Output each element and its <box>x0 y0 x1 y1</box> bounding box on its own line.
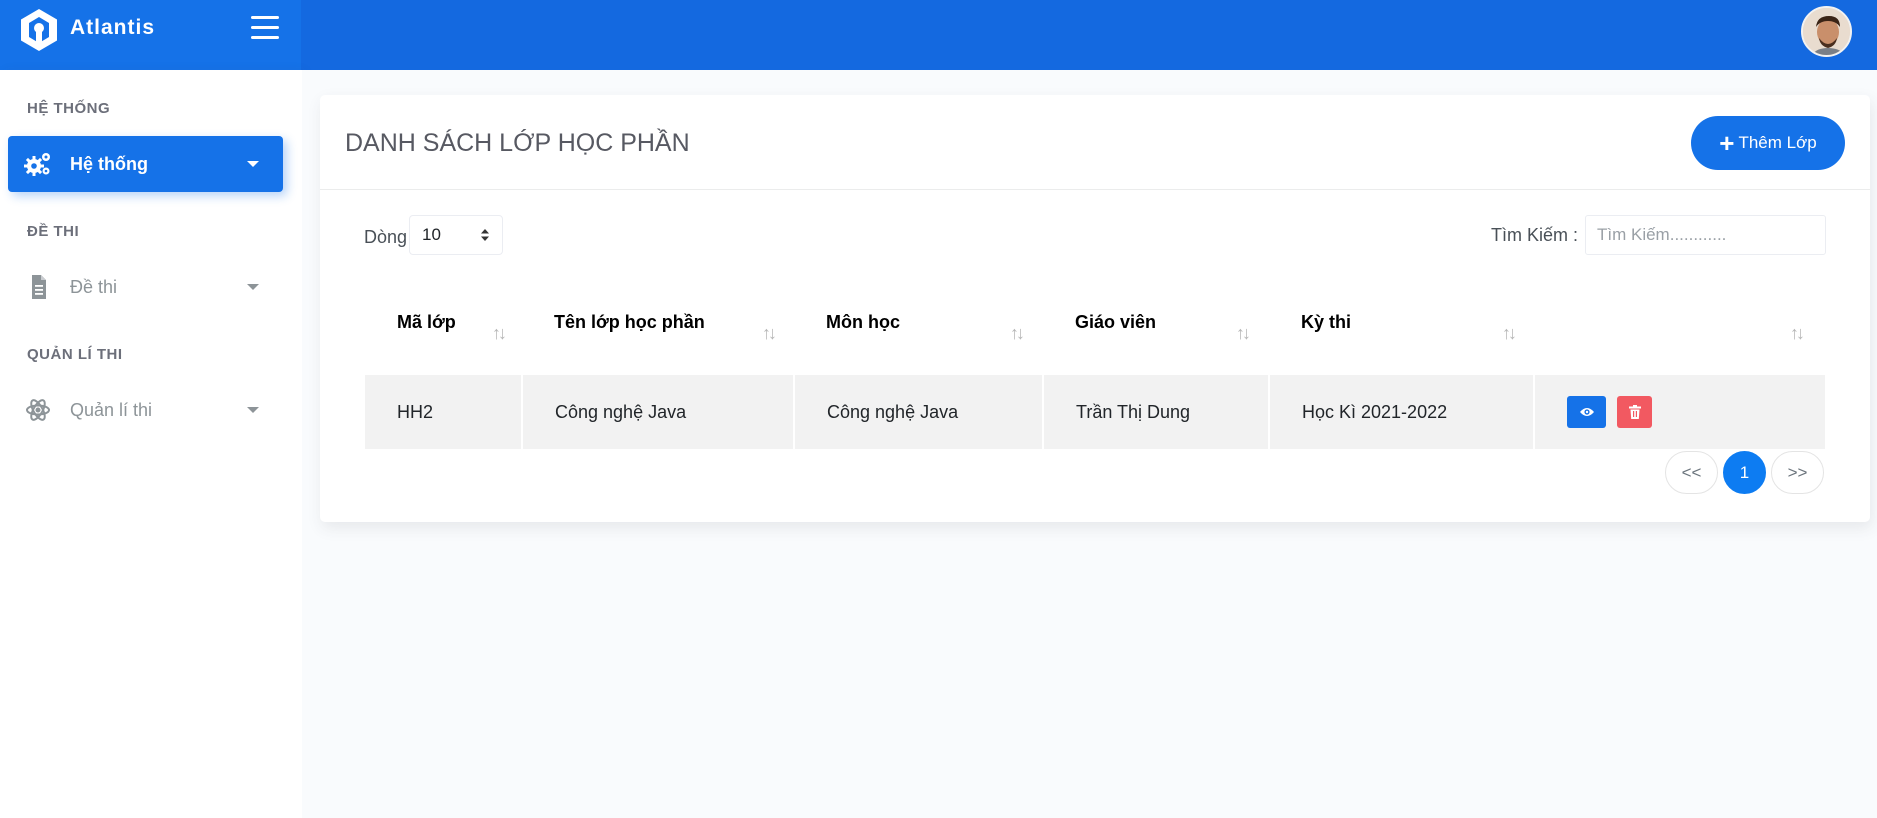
rows-per-page-label: Dòng <box>364 227 408 247</box>
sort-icon[interactable]: ↑↓ <box>1010 323 1030 345</box>
caret-down-icon <box>247 407 259 413</box>
sidebar: HỆ THỐNG Hệ thống ĐỀ THI Đề thi QUẢN LÍ … <box>0 70 302 818</box>
search-input[interactable] <box>1585 215 1826 255</box>
cell-subject: Công nghệ Java <box>794 375 1044 449</box>
cell-actions <box>1534 375 1825 449</box>
search-label: Tìm Kiếm : <box>1491 225 1579 245</box>
class-table: Mã lớp ↑↓ Tên lớp học phần ↑↓ Môn học ↑↓ Gi… <box>365 265 1825 449</box>
class-list-card: DANH SÁCH LỚP HỌC PHẦN + Thêm Lớp Dòng 1… <box>320 95 1870 522</box>
sidebar-section-title-system: HỆ THỐNG <box>27 100 111 117</box>
avatar-image <box>1803 8 1850 55</box>
sort-icon[interactable]: ↑↓ <box>1790 323 1810 345</box>
pagination-prev-button[interactable]: << <box>1665 451 1718 494</box>
pagination: << 1 >> <box>1665 451 1824 494</box>
atlantis-logo-icon[interactable] <box>20 8 58 52</box>
cell-class-name: Công nghệ Java <box>522 375 795 449</box>
pagination-next-button[interactable]: >> <box>1771 451 1824 494</box>
menu-toggle-icon[interactable] <box>251 16 279 39</box>
file-icon <box>32 275 46 299</box>
eye-icon <box>1579 408 1594 416</box>
table-header-row: Mã lớp ↑↓ Tên lớp học phần ↑↓ Môn học ↑↓ Gi… <box>365 265 1825 375</box>
card-header: DANH SÁCH LỚP HỌC PHẦN + Thêm Lớp <box>320 95 1870 190</box>
sort-icon[interactable]: ↑↓ <box>762 323 782 345</box>
atom-icon <box>26 399 50 421</box>
top-navbar: Atlantis <box>0 0 1877 70</box>
sidebar-item-label: Hệ thống <box>70 153 148 174</box>
sidebar-item-manage[interactable]: Quản lí thi <box>8 382 283 438</box>
table-row: HH2 Công nghệ Java Công nghệ Java Trần T… <box>365 375 1825 449</box>
gears-icon <box>24 153 50 176</box>
cell-teacher: Trần Thị Dung <box>1043 375 1270 449</box>
sort-icon[interactable]: ↑↓ <box>1502 323 1522 345</box>
column-header-exam-term[interactable]: Kỳ thi ↑↓ <box>1269 265 1534 375</box>
sidebar-section-title-manage: QUẢN LÍ THI <box>27 346 123 363</box>
plus-icon: + <box>1719 128 1735 158</box>
sidebar-item-label: Quản lí thi <box>70 399 153 420</box>
rows-per-page-value: 10 <box>422 225 441 244</box>
cell-class-code: HH2 <box>365 375 523 449</box>
caret-down-icon <box>247 284 259 290</box>
sort-icon[interactable]: ↑↓ <box>1236 323 1256 345</box>
column-header-teacher[interactable]: Giáo viên ↑↓ <box>1043 265 1269 375</box>
add-class-button[interactable]: + Thêm Lớp <box>1691 116 1845 170</box>
sidebar-item-label: Đề thi <box>70 276 118 297</box>
main-content: DANH SÁCH LỚP HỌC PHẦN + Thêm Lớp Dòng 1… <box>302 70 1877 818</box>
sidebar-item-exam[interactable]: Đề thi <box>8 259 283 315</box>
column-header-subject[interactable]: Môn học ↑↓ <box>794 265 1043 375</box>
page-title: DANH SÁCH LỚP HỌC PHẦN <box>345 129 690 157</box>
select-arrows-icon <box>481 229 489 241</box>
caret-down-icon <box>247 161 259 167</box>
brand-name[interactable]: Atlantis <box>70 16 155 40</box>
delete-button[interactable] <box>1617 396 1653 428</box>
column-header-actions[interactable]: ↑↓ <box>1534 265 1825 375</box>
sort-icon[interactable]: ↑↓ <box>492 323 512 345</box>
add-class-label: Thêm Lớp <box>1738 133 1817 152</box>
cell-exam-term: Học Kì 2021-2022 <box>1269 375 1535 449</box>
column-header-class-code[interactable]: Mã lớp ↑↓ <box>365 265 522 375</box>
column-header-class-name[interactable]: Tên lớp học phần ↑↓ <box>522 265 794 375</box>
sidebar-section-title-exam: ĐỀ THI <box>27 223 80 240</box>
view-button[interactable] <box>1567 396 1606 428</box>
logo-header: Atlantis <box>0 0 301 70</box>
pagination-page-button[interactable]: 1 <box>1723 451 1766 494</box>
sidebar-item-system[interactable]: Hệ thống <box>8 136 283 192</box>
user-avatar[interactable] <box>1801 6 1852 57</box>
rows-per-page-select[interactable]: 10 <box>409 215 503 255</box>
trash-icon <box>1628 405 1641 419</box>
